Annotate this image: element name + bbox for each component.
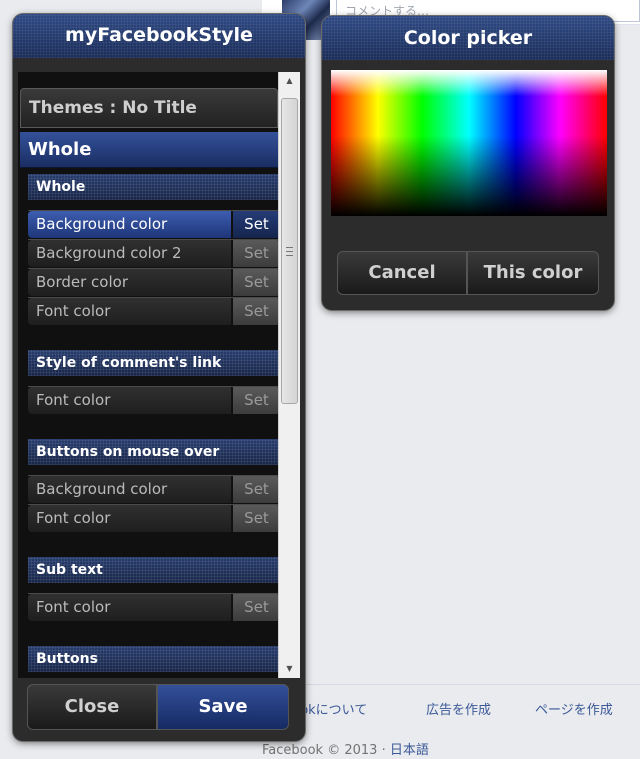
option-row[interactable]: Font color Set [28, 593, 280, 621]
copyright: Facebook © 2013 · 日本語 [262, 739, 429, 758]
footer-link-create-ad[interactable]: 広告を作成 [426, 699, 491, 718]
footer-divider [262, 684, 640, 685]
set-button[interactable]: Set [233, 476, 280, 503]
this-color-button[interactable]: This color [467, 251, 599, 295]
style-panel: myFacebookStyle Themes : No Title Whole … [13, 14, 305, 741]
section-header: Buttons [28, 646, 280, 672]
language-link[interactable]: 日本語 [390, 743, 429, 758]
color-picker-footer: Cancel This color [337, 251, 599, 295]
style-panel-title: myFacebookStyle [13, 14, 305, 58]
set-button[interactable]: Set [233, 594, 280, 621]
option-label: Font color [28, 594, 232, 621]
close-button[interactable]: Close [27, 684, 157, 730]
option-label: Background color [28, 476, 232, 503]
option-row[interactable]: Border color Set [28, 268, 280, 296]
option-row[interactable]: Background color Set [28, 475, 280, 503]
vertical-scrollbar[interactable]: ▲ ▼ [278, 72, 300, 678]
scroll-thumb[interactable] [281, 98, 298, 404]
section-header: Style of comment's link [28, 350, 280, 376]
color-picker-title: Color picker [322, 16, 614, 60]
copyright-text: Facebook © 2013 · [262, 743, 390, 758]
option-row[interactable]: Font color Set [28, 504, 280, 532]
section-header: Sub text [28, 557, 280, 583]
scroll-down-arrow-icon[interactable]: ▼ [279, 660, 300, 678]
style-panel-footer: Close Save [27, 684, 289, 730]
cancel-button[interactable]: Cancel [337, 251, 467, 295]
section-header: Buttons on mouse over [28, 439, 280, 465]
set-button[interactable]: Set [233, 387, 280, 414]
scroll-grip-icon [286, 247, 293, 256]
option-label: Background color 2 [28, 240, 232, 267]
option-label: Font color [28, 298, 232, 325]
option-label: Border color [28, 269, 232, 296]
option-row[interactable]: Font color Set [28, 386, 280, 414]
set-button[interactable]: Set [233, 211, 280, 238]
options-scroll-area[interactable]: Themes : No Title Whole Whole Background … [18, 72, 300, 678]
footer-links: ebookについて 広告を作成 ページを作成 [262, 699, 640, 719]
section-header: Whole [28, 174, 280, 200]
set-button[interactable]: Set [233, 505, 280, 532]
themes-selector[interactable]: Themes : No Title [20, 88, 278, 128]
option-label: Background color [28, 211, 232, 238]
option-label: Font color [28, 387, 232, 414]
color-spectrum[interactable] [331, 70, 607, 216]
scroll-up-arrow-icon[interactable]: ▲ [279, 72, 300, 90]
color-picker-panel: Color picker Cancel This color [322, 16, 614, 310]
option-row[interactable]: Font color Set [28, 297, 280, 325]
option-label: Font color [28, 505, 232, 532]
set-button[interactable]: Set [233, 240, 280, 267]
option-row[interactable]: Background color Set [28, 210, 280, 238]
set-button[interactable]: Set [233, 298, 280, 325]
footer-link-create-page[interactable]: ページを作成 [535, 699, 613, 718]
save-button[interactable]: Save [157, 684, 289, 730]
category-header-whole[interactable]: Whole [20, 132, 278, 168]
set-button[interactable]: Set [233, 269, 280, 296]
option-row[interactable]: Background color 2 Set [28, 239, 280, 267]
